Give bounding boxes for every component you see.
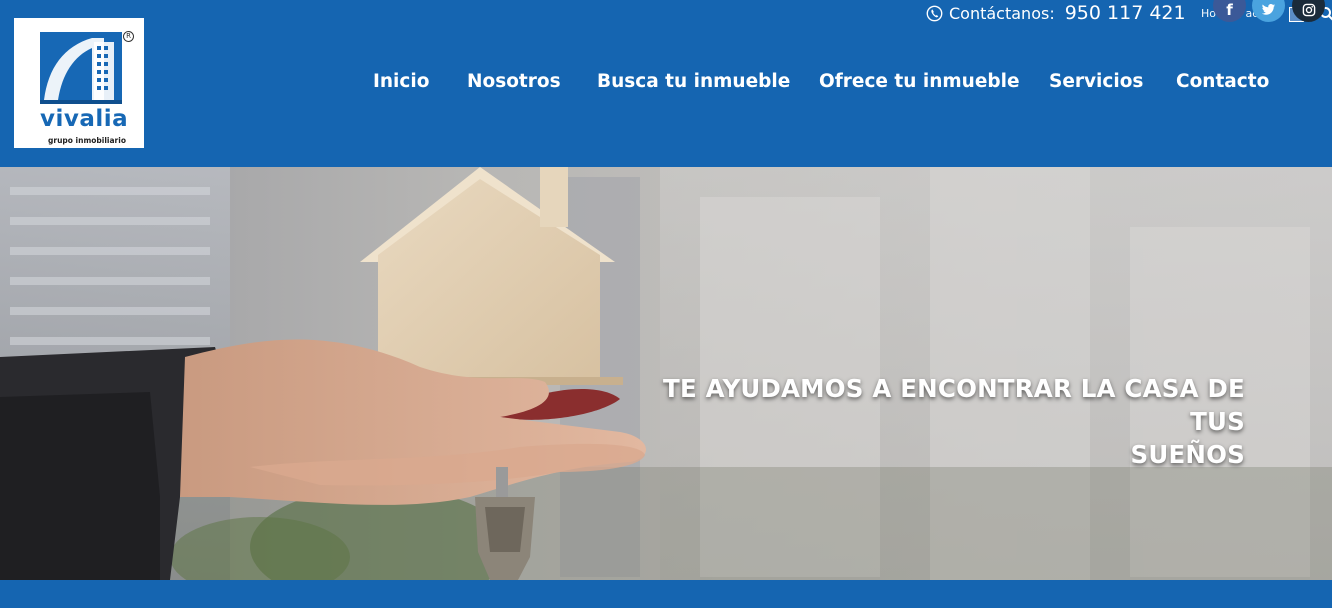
logo-wordmark: vivalia — [40, 106, 129, 132]
phone-number[interactable]: 950 117 421 — [1065, 2, 1186, 24]
contact-info: Contáctanos: 950 117 421 — [926, 2, 1186, 24]
hero-headline: TE AYUDAMOS A ENCONTRAR LA CASA DE TUS S… — [605, 372, 1245, 471]
hero-headline-line1: TE AYUDAMOS A ENCONTRAR LA CASA DE TUS — [663, 374, 1245, 436]
phone-icon — [926, 5, 943, 21]
main-nav: Inicio Nosotros Busca tu inmueble Ofrece… — [0, 71, 1332, 97]
nav-item-busca-tu-inmueble[interactable]: Busca tu inmueble — [597, 71, 790, 92]
nav-item-servicios[interactable]: Servicios — [1049, 71, 1143, 92]
logo-tagline: grupo inmobiliario — [48, 136, 126, 145]
nav-item-inicio[interactable]: Inicio — [373, 71, 429, 92]
hero-banner: TE AYUDAMOS A ENCONTRAR LA CASA DE TUS S… — [0, 167, 1332, 580]
nav-item-ofrece-tu-inmueble[interactable]: Ofrece tu inmueble — [819, 71, 1020, 92]
hero-headline-line2: SUEÑOS — [1130, 440, 1245, 469]
site-header: R vivalia grupo inmobiliario Contáctanos… — [0, 0, 1332, 167]
instagram-camera-icon — [1302, 3, 1315, 16]
section-divider-bar — [0, 580, 1332, 608]
nav-item-contacto[interactable]: Contacto — [1176, 71, 1269, 92]
nav-item-nosotros[interactable]: Nosotros — [467, 71, 561, 92]
twitter-bird-icon — [1261, 3, 1276, 15]
registered-mark: R — [123, 31, 134, 42]
contact-label: Contáctanos: — [949, 3, 1055, 23]
